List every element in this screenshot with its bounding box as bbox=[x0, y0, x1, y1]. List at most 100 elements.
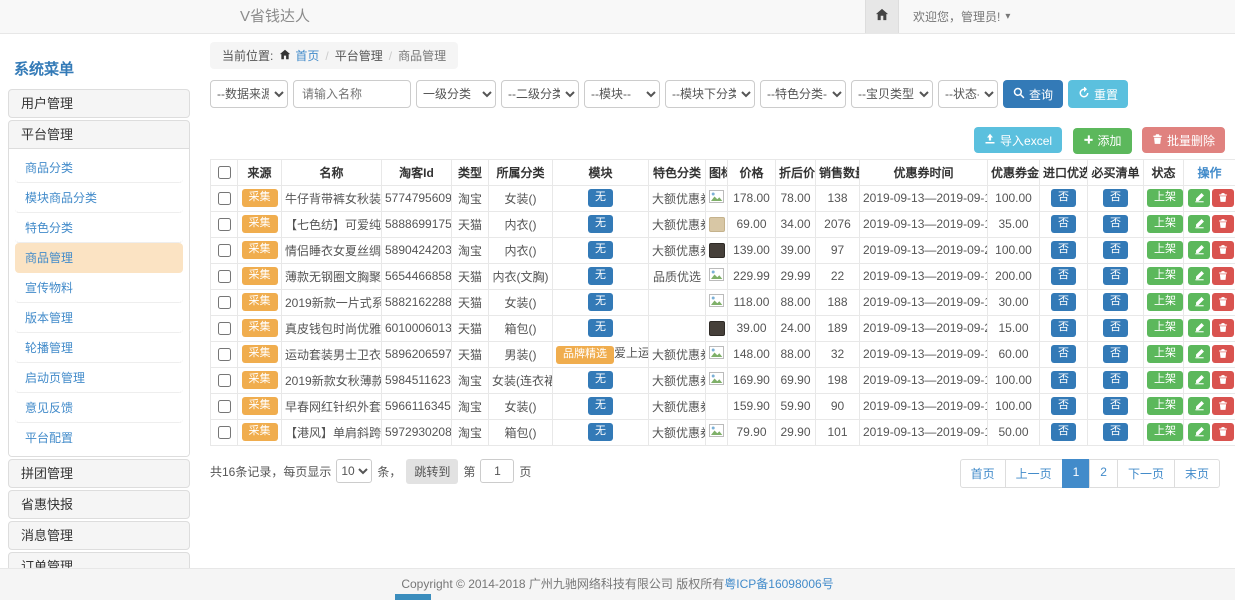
import-toggle-badge[interactable]: 否 bbox=[1051, 241, 1076, 259]
row-checkbox[interactable] bbox=[218, 192, 231, 205]
sidebar-subitem-启动页管理[interactable]: 启动页管理 bbox=[15, 363, 183, 393]
status-badge[interactable]: 上架 bbox=[1147, 371, 1183, 389]
import-toggle-badge[interactable]: 否 bbox=[1051, 267, 1076, 285]
home-nav-button[interactable] bbox=[865, 0, 899, 33]
delete-button[interactable] bbox=[1212, 189, 1234, 207]
row-checkbox[interactable] bbox=[218, 244, 231, 257]
module-badge[interactable]: 无 bbox=[588, 371, 613, 389]
must-buy-toggle-badge[interactable]: 否 bbox=[1103, 293, 1128, 311]
page-button-上一页[interactable]: 上一页 bbox=[1005, 459, 1063, 488]
status-badge[interactable]: 上架 bbox=[1147, 293, 1183, 311]
delete-button[interactable] bbox=[1212, 397, 1234, 415]
row-checkbox[interactable] bbox=[218, 296, 231, 309]
must-buy-toggle-badge[interactable]: 否 bbox=[1103, 345, 1128, 363]
status-badge[interactable]: 上架 bbox=[1147, 345, 1183, 363]
sidebar-item-platform-management[interactable]: 平台管理 bbox=[9, 121, 189, 148]
sidebar-item-拼团管理[interactable]: 拼团管理 bbox=[8, 459, 190, 488]
delete-button[interactable] bbox=[1212, 423, 1234, 441]
status-badge[interactable]: 上架 bbox=[1147, 267, 1183, 285]
import-toggle-badge[interactable]: 否 bbox=[1051, 189, 1076, 207]
module-badge[interactable]: 无 bbox=[588, 189, 613, 207]
edit-button[interactable] bbox=[1188, 319, 1210, 337]
row-checkbox[interactable] bbox=[218, 374, 231, 387]
sidebar-item-省惠快报[interactable]: 省惠快报 bbox=[8, 490, 190, 519]
page-button-1[interactable]: 1 bbox=[1062, 459, 1091, 488]
module-badge[interactable]: 无 bbox=[588, 319, 613, 337]
status-badge[interactable]: 上架 bbox=[1147, 215, 1183, 233]
filter-data-source[interactable]: --数据来源-- bbox=[210, 80, 288, 108]
edit-button[interactable] bbox=[1188, 397, 1210, 415]
must-buy-toggle-badge[interactable]: 否 bbox=[1103, 189, 1128, 207]
row-checkbox[interactable] bbox=[218, 348, 231, 361]
delete-button[interactable] bbox=[1212, 293, 1234, 311]
jump-page-input[interactable] bbox=[480, 459, 514, 483]
import-toggle-badge[interactable]: 否 bbox=[1051, 371, 1076, 389]
reset-button[interactable]: 重置 bbox=[1068, 80, 1128, 108]
filter-select-1[interactable]: 一级分类 bbox=[416, 80, 496, 108]
sidebar-subitem-版本管理[interactable]: 版本管理 bbox=[15, 303, 183, 333]
edit-button[interactable] bbox=[1188, 345, 1210, 363]
filter-select-7[interactable]: --状态-- bbox=[938, 80, 998, 108]
row-checkbox[interactable] bbox=[218, 270, 231, 283]
import-toggle-badge[interactable]: 否 bbox=[1051, 423, 1076, 441]
select-all-checkbox[interactable] bbox=[218, 166, 231, 179]
must-buy-toggle-badge[interactable]: 否 bbox=[1103, 215, 1128, 233]
sidebar-item-user-management[interactable]: 用户管理 bbox=[8, 89, 190, 118]
edit-button[interactable] bbox=[1188, 371, 1210, 389]
search-button[interactable]: 查询 bbox=[1003, 80, 1063, 108]
must-buy-toggle-badge[interactable]: 否 bbox=[1103, 267, 1128, 285]
sidebar-subitem-商品分类[interactable]: 商品分类 bbox=[15, 153, 183, 183]
status-badge[interactable]: 上架 bbox=[1147, 189, 1183, 207]
per-page-select[interactable]: 10 bbox=[336, 459, 372, 483]
must-buy-toggle-badge[interactable]: 否 bbox=[1103, 423, 1128, 441]
page-button-2[interactable]: 2 bbox=[1089, 459, 1118, 488]
row-checkbox[interactable] bbox=[218, 218, 231, 231]
module-badge[interactable]: 无 bbox=[588, 241, 613, 259]
icp-link[interactable]: 粤ICP备16098006号 bbox=[724, 577, 833, 591]
module-badge[interactable]: 无 bbox=[588, 215, 613, 233]
import-toggle-badge[interactable]: 否 bbox=[1051, 397, 1076, 415]
filter-select-2[interactable]: --二级分类-- bbox=[501, 80, 579, 108]
must-buy-toggle-badge[interactable]: 否 bbox=[1103, 397, 1128, 415]
delete-button[interactable] bbox=[1212, 215, 1234, 233]
sidebar-subitem-模块商品分类[interactable]: 模块商品分类 bbox=[15, 183, 183, 213]
edit-button[interactable] bbox=[1188, 267, 1210, 285]
status-badge[interactable]: 上架 bbox=[1147, 397, 1183, 415]
import-toggle-badge[interactable]: 否 bbox=[1051, 293, 1076, 311]
sidebar-subitem-宣传物料[interactable]: 宣传物料 bbox=[15, 273, 183, 303]
edit-button[interactable] bbox=[1188, 215, 1210, 233]
sidebar-subitem-商品管理[interactable]: 商品管理 bbox=[15, 243, 183, 273]
filter-select-5[interactable]: --特色分类-- bbox=[760, 80, 846, 108]
delete-button[interactable] bbox=[1212, 267, 1234, 285]
edit-button[interactable] bbox=[1188, 293, 1210, 311]
status-badge[interactable]: 上架 bbox=[1147, 319, 1183, 337]
row-checkbox[interactable] bbox=[218, 322, 231, 335]
delete-button[interactable] bbox=[1212, 241, 1234, 259]
module-badge[interactable]: 品牌精选 bbox=[556, 346, 614, 364]
status-badge[interactable]: 上架 bbox=[1147, 241, 1183, 259]
sidebar-subitem-特色分类[interactable]: 特色分类 bbox=[15, 213, 183, 243]
import-toggle-badge[interactable]: 否 bbox=[1051, 319, 1076, 337]
page-button-首页[interactable]: 首页 bbox=[960, 459, 1006, 488]
user-menu[interactable]: 欢迎您，管理员! ▾ bbox=[899, 0, 1024, 33]
delete-button[interactable] bbox=[1212, 319, 1234, 337]
must-buy-toggle-badge[interactable]: 否 bbox=[1103, 371, 1128, 389]
edit-button[interactable] bbox=[1188, 423, 1210, 441]
module-badge[interactable]: 无 bbox=[588, 267, 613, 285]
page-button-末页[interactable]: 末页 bbox=[1174, 459, 1220, 488]
edit-button[interactable] bbox=[1188, 189, 1210, 207]
filter-select-6[interactable]: --宝贝类型-- bbox=[851, 80, 933, 108]
sidebar-subitem-意见反馈[interactable]: 意见反馈 bbox=[15, 393, 183, 423]
sidebar-item-消息管理[interactable]: 消息管理 bbox=[8, 521, 190, 550]
add-button[interactable]: 添加 bbox=[1073, 128, 1132, 154]
edit-button[interactable] bbox=[1188, 241, 1210, 259]
sidebar-subitem-轮播管理[interactable]: 轮播管理 bbox=[15, 333, 183, 363]
delete-button[interactable] bbox=[1212, 371, 1234, 389]
sidebar-subitem-平台配置[interactable]: 平台配置 bbox=[15, 423, 183, 452]
row-checkbox[interactable] bbox=[218, 426, 231, 439]
breadcrumb-home-link[interactable]: 首页 bbox=[295, 47, 319, 64]
import-toggle-badge[interactable]: 否 bbox=[1051, 215, 1076, 233]
must-buy-toggle-badge[interactable]: 否 bbox=[1103, 241, 1128, 259]
status-badge[interactable]: 上架 bbox=[1147, 423, 1183, 441]
name-search-input[interactable] bbox=[293, 80, 411, 108]
